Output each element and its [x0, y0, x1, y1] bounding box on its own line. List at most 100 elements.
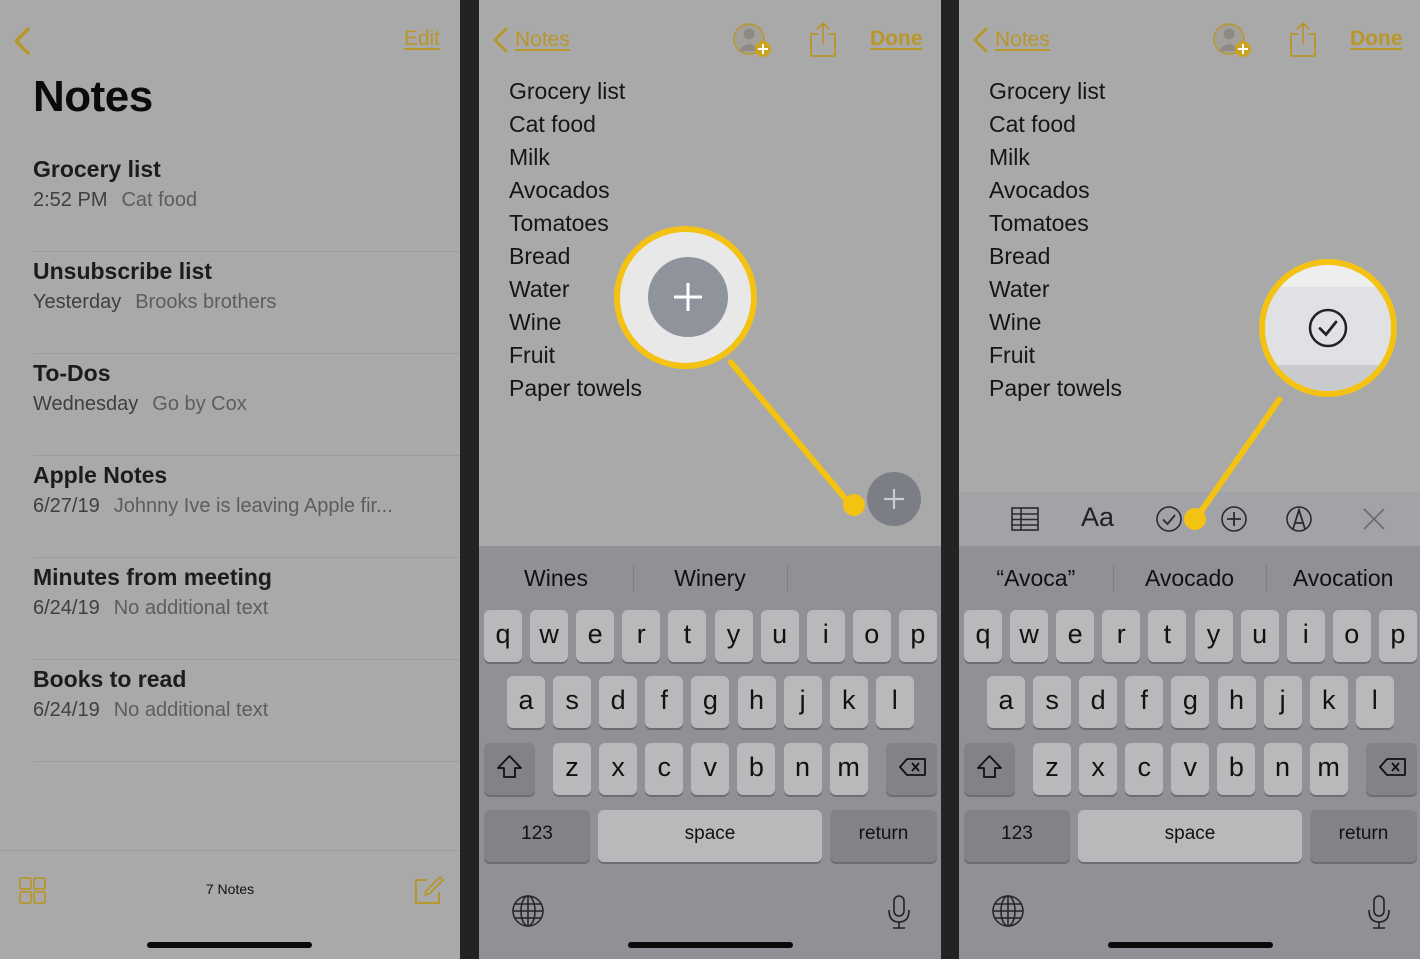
suggestion[interactable]: [787, 546, 941, 610]
key-n[interactable]: n: [1263, 743, 1302, 795]
checklist-icon[interactable]: [1155, 504, 1183, 534]
key-t[interactable]: t: [1148, 610, 1187, 662]
chevron-left-icon[interactable]: [10, 26, 36, 56]
microphone-icon[interactable]: [1367, 894, 1391, 935]
share-icon[interactable]: [1288, 20, 1318, 58]
suggestion[interactable]: “Avoca”: [959, 546, 1113, 610]
key-h[interactable]: h: [737, 676, 776, 728]
key-z[interactable]: z: [1033, 743, 1071, 795]
globe-icon[interactable]: [991, 894, 1025, 933]
key-i[interactable]: i: [1286, 610, 1325, 662]
list-item[interactable]: Apple Notes 6/27/19 Johnny Ive is leaving…: [33, 456, 460, 558]
back-button[interactable]: Notes: [971, 26, 1050, 54]
space-key[interactable]: space: [598, 810, 822, 862]
key-r[interactable]: r: [1102, 610, 1141, 662]
suggestion[interactable]: Avocado: [1112, 546, 1267, 610]
numbers-key[interactable]: 123: [964, 810, 1070, 862]
markup-icon[interactable]: [1285, 504, 1313, 534]
close-icon[interactable]: [1361, 504, 1387, 534]
backspace-key[interactable]: [1366, 743, 1417, 795]
done-button[interactable]: Done: [1350, 27, 1403, 51]
key-k[interactable]: k: [829, 676, 868, 728]
format-text-button[interactable]: Aa: [1081, 502, 1114, 533]
key-n[interactable]: n: [783, 743, 822, 795]
list-item[interactable]: Grocery list 2:52 PM Cat food: [33, 150, 460, 252]
note-body[interactable]: Grocery list Cat food Milk Avocados Toma…: [509, 75, 642, 405]
space-key[interactable]: space: [1078, 810, 1302, 862]
key-d[interactable]: d: [599, 676, 638, 728]
suggestion[interactable]: Avocation: [1266, 546, 1420, 610]
key-u[interactable]: u: [1240, 610, 1279, 662]
share-icon[interactable]: [808, 20, 838, 58]
key-g[interactable]: g: [1171, 676, 1210, 728]
key-i[interactable]: i: [806, 610, 845, 662]
suggestion[interactable]: Winery: [633, 546, 787, 610]
key-t[interactable]: t: [668, 610, 707, 662]
globe-icon[interactable]: [511, 894, 545, 933]
key-o[interactable]: o: [852, 610, 891, 662]
key-p[interactable]: p: [1378, 610, 1417, 662]
key-v[interactable]: v: [691, 743, 730, 795]
key-u[interactable]: u: [760, 610, 799, 662]
list-item[interactable]: Minutes from meeting 6/24/19 No additiona…: [33, 558, 460, 660]
key-z[interactable]: z: [553, 743, 591, 795]
key-f[interactable]: f: [1125, 676, 1164, 728]
key-g[interactable]: g: [691, 676, 730, 728]
key-c[interactable]: c: [1125, 743, 1164, 795]
key-w[interactable]: w: [1010, 610, 1049, 662]
key-f[interactable]: f: [645, 676, 684, 728]
key-y[interactable]: y: [714, 610, 753, 662]
return-key[interactable]: return: [830, 810, 937, 862]
edit-button[interactable]: Edit: [404, 27, 440, 51]
plus-button[interactable]: [867, 472, 921, 526]
key-v[interactable]: v: [1171, 743, 1210, 795]
note-preview: Brooks brothers: [135, 291, 277, 313]
key-y[interactable]: y: [1194, 610, 1233, 662]
list-item[interactable]: Unsubscribe list Yesterday Brooks brother…: [33, 252, 460, 354]
key-d[interactable]: d: [1079, 676, 1118, 728]
key-q[interactable]: q: [964, 610, 1002, 662]
key-m[interactable]: m: [1309, 743, 1348, 795]
key-x[interactable]: x: [1079, 743, 1118, 795]
shift-key[interactable]: [484, 743, 535, 795]
return-key[interactable]: return: [1310, 810, 1417, 862]
note-preview: Johnny Ive is leaving Apple fir...: [113, 495, 393, 517]
numbers-key[interactable]: 123: [484, 810, 590, 862]
key-l[interactable]: l: [1355, 676, 1394, 728]
note-body[interactable]: Grocery list Cat food Milk Avocados Toma…: [989, 75, 1122, 405]
list-item[interactable]: To-Dos Wednesday Go by Cox: [33, 354, 460, 456]
key-j[interactable]: j: [783, 676, 822, 728]
back-button[interactable]: Notes: [491, 26, 570, 54]
key-c[interactable]: c: [645, 743, 684, 795]
key-e[interactable]: e: [576, 610, 615, 662]
key-k[interactable]: k: [1309, 676, 1348, 728]
done-button[interactable]: Done: [870, 27, 923, 51]
key-b[interactable]: b: [737, 743, 776, 795]
key-j[interactable]: j: [1263, 676, 1302, 728]
key-s[interactable]: s: [553, 676, 592, 728]
key-r[interactable]: r: [622, 610, 661, 662]
key-a[interactable]: a: [987, 676, 1025, 728]
list-item[interactable]: Books to read 6/24/19 No additional text: [33, 660, 460, 762]
key-s[interactable]: s: [1033, 676, 1072, 728]
suggestion[interactable]: Wines: [479, 546, 633, 610]
key-l[interactable]: l: [875, 676, 914, 728]
key-q[interactable]: q: [484, 610, 522, 662]
key-x[interactable]: x: [599, 743, 638, 795]
key-b[interactable]: b: [1217, 743, 1256, 795]
key-o[interactable]: o: [1332, 610, 1371, 662]
key-h[interactable]: h: [1217, 676, 1256, 728]
key-w[interactable]: w: [530, 610, 569, 662]
add-person-icon[interactable]: [731, 22, 773, 58]
shift-key[interactable]: [964, 743, 1015, 795]
plus-circle-icon[interactable]: [1220, 504, 1248, 534]
key-m[interactable]: m: [829, 743, 868, 795]
microphone-icon[interactable]: [887, 894, 911, 935]
backspace-key[interactable]: [886, 743, 937, 795]
key-e[interactable]: e: [1056, 610, 1095, 662]
key-p[interactable]: p: [898, 610, 937, 662]
add-person-icon[interactable]: [1211, 22, 1253, 58]
table-icon[interactable]: [1011, 504, 1039, 534]
key-a[interactable]: a: [507, 676, 545, 728]
compose-icon[interactable]: [413, 874, 445, 906]
